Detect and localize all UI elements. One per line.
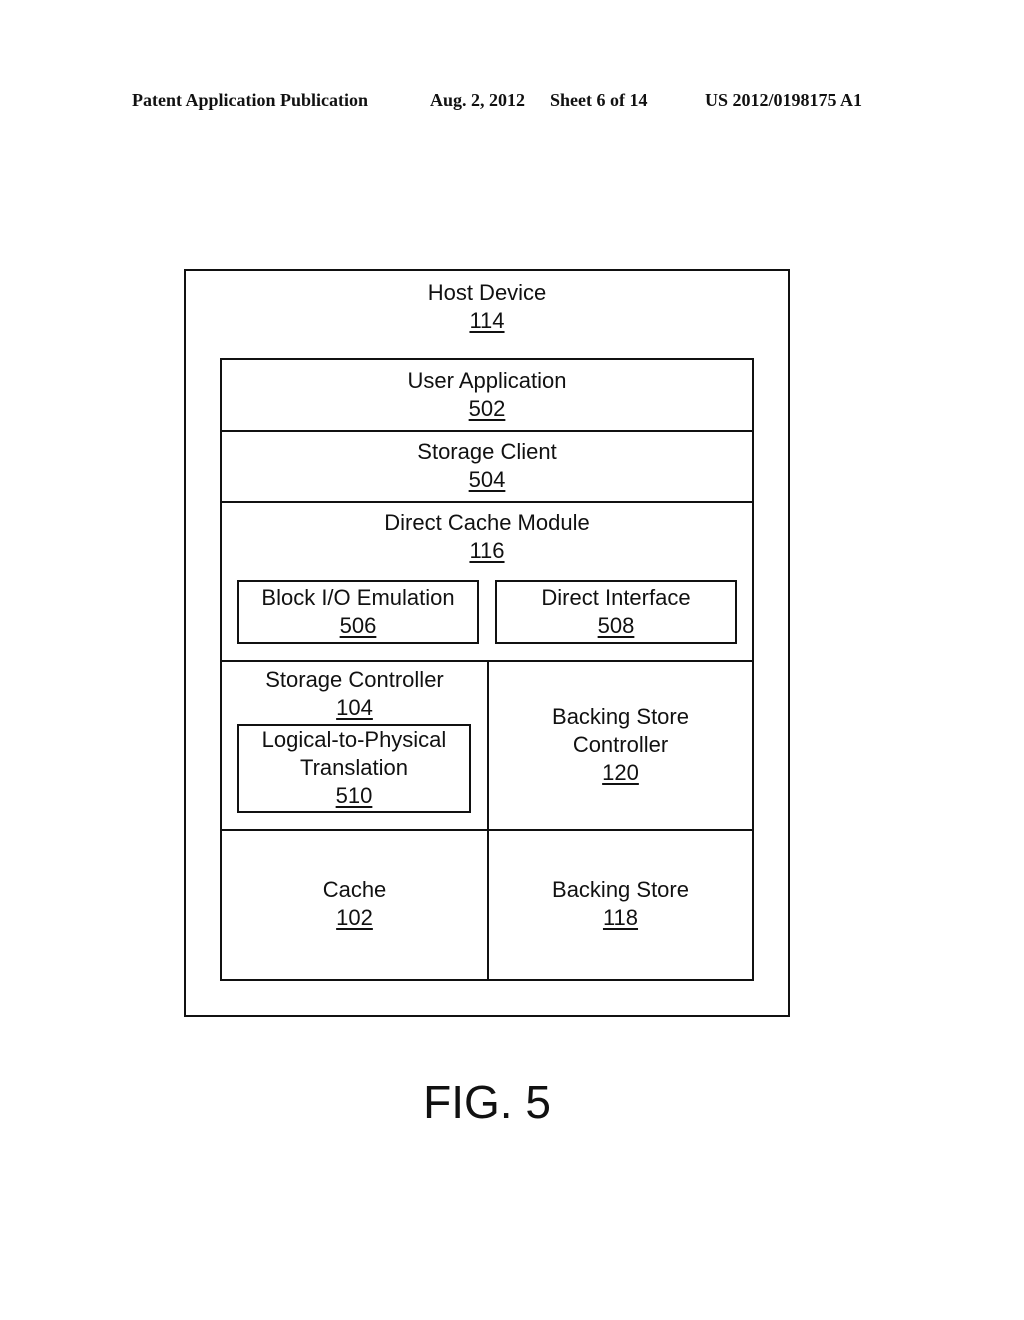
l2p-translation-box: Logical-to-Physical Translation 510 — [237, 724, 471, 813]
figure-label: FIG. 5 — [423, 1076, 551, 1128]
backing-store-ref: 118 — [602, 905, 639, 930]
cache-box: Cache 102 — [220, 829, 489, 981]
block-io-emulation-box: Block I/O Emulation 506 — [237, 580, 479, 644]
storage-client-ref: 504 — [468, 467, 506, 492]
cache-title: Cache — [322, 877, 387, 902]
storage-controller-title: Storage Controller — [265, 667, 444, 692]
storage-controller-ref: 104 — [336, 695, 373, 720]
publication-date: Aug. 2, 2012 — [430, 90, 526, 110]
direct-cache-module-title: Direct Cache Module — [384, 510, 590, 535]
l2p-translation-ref: 510 — [335, 783, 373, 808]
user-application-box: User Application 502 — [220, 358, 754, 432]
direct-interface-title: Direct Interface — [541, 585, 691, 610]
backing-store-controller-box: Backing Store Controller 120 — [487, 660, 754, 831]
user-application-ref: 502 — [468, 396, 506, 421]
host-device-ref: 114 — [469, 308, 505, 333]
direct-interface-box: Direct Interface 508 — [495, 580, 737, 644]
patent-number: US 2012/0198175 A1 — [705, 90, 863, 110]
storage-client-box: Storage Client 504 — [220, 430, 754, 503]
block-io-emulation-title: Block I/O Emulation — [261, 585, 455, 610]
direct-interface-ref: 508 — [597, 613, 635, 638]
sheet-number: Sheet 6 of 14 — [550, 90, 648, 110]
backing-store-controller-title-line1: Backing Store — [552, 704, 689, 729]
backing-store-title: Backing Store — [552, 877, 689, 902]
backing-store-controller-ref: 120 — [602, 760, 639, 785]
host-device-title: Host Device — [427, 280, 547, 305]
cache-ref: 102 — [336, 905, 373, 930]
publication-title: Patent Application Publication — [132, 90, 369, 110]
storage-client-title: Storage Client — [417, 439, 557, 464]
backing-store-controller-title-line2: Controller — [572, 732, 669, 757]
direct-cache-module-ref: 116 — [469, 538, 505, 563]
l2p-translation-title-line1: Logical-to-Physical — [261, 727, 447, 752]
user-application-title: User Application — [407, 368, 567, 393]
backing-store-box: Backing Store 118 — [487, 829, 754, 981]
block-io-emulation-ref: 506 — [339, 613, 377, 638]
l2p-translation-title-line2: Translation — [299, 755, 408, 780]
host-device-label: Host Device 114 — [186, 279, 788, 335]
